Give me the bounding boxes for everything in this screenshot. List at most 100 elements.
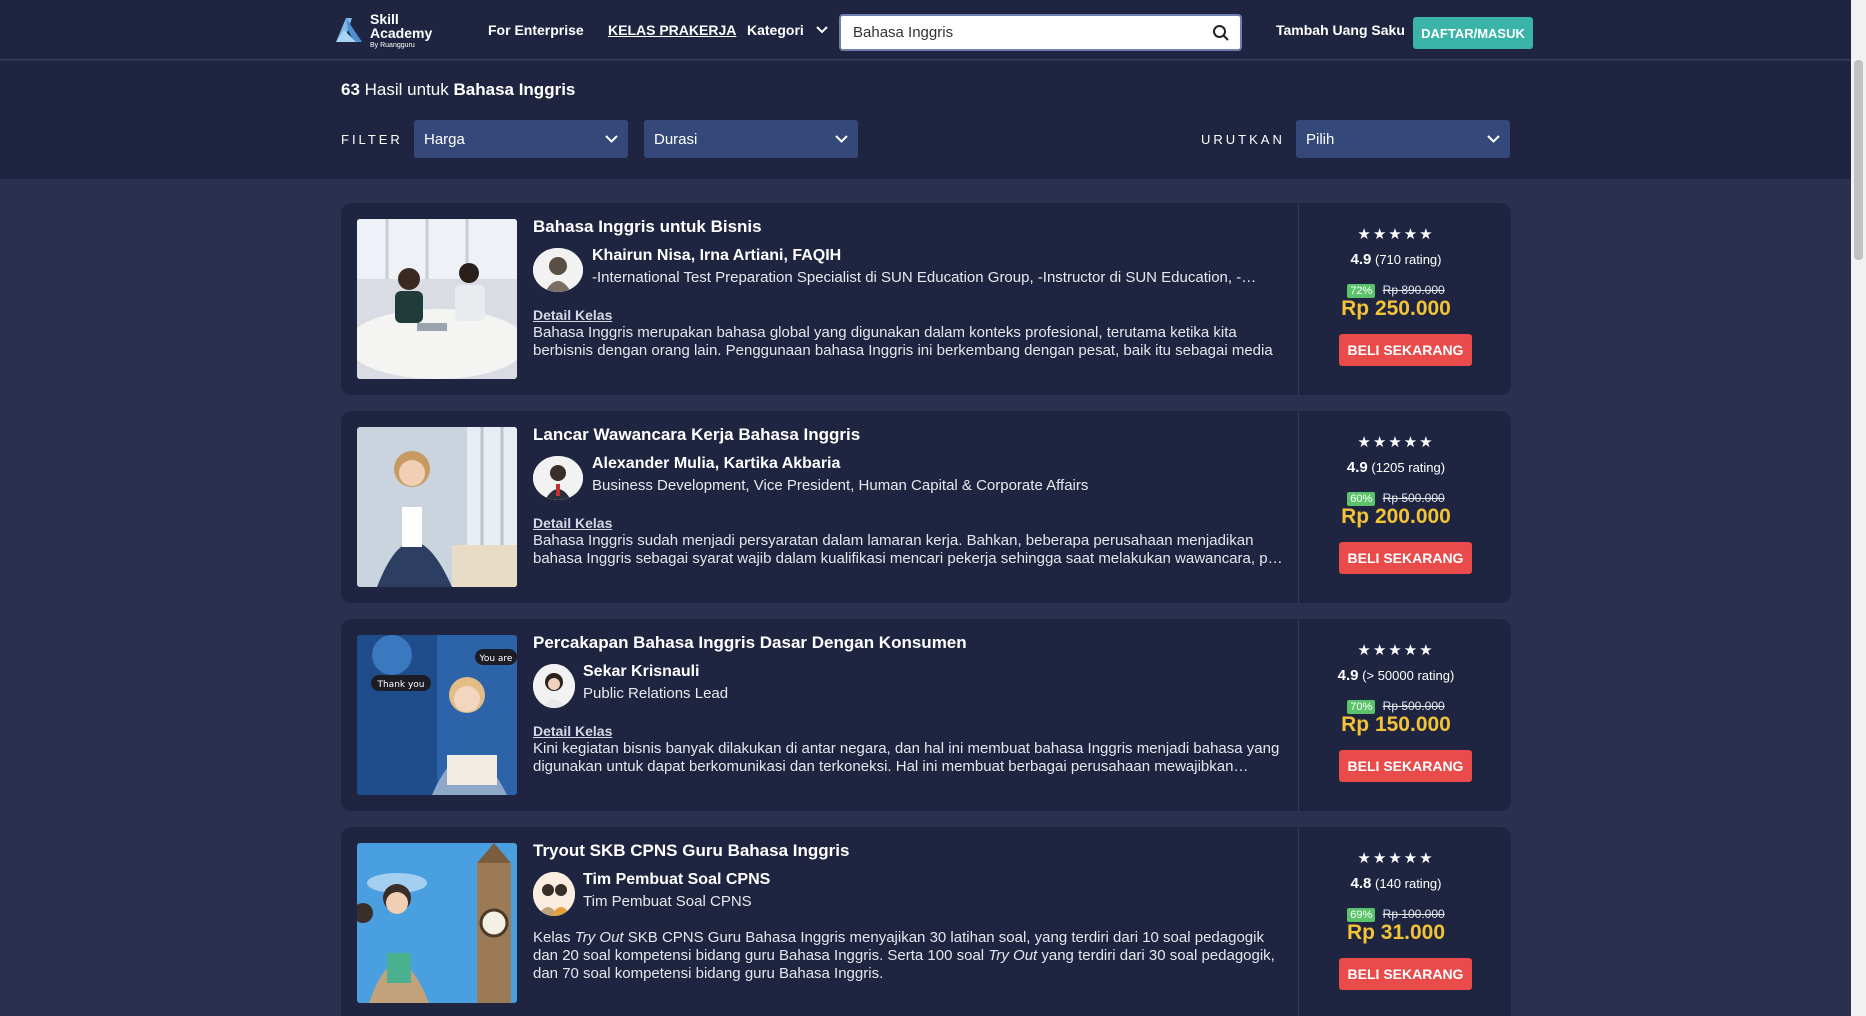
sort-dropdown[interactable]: Pilih — [1296, 120, 1510, 158]
original-price: Rp 100.000 — [1382, 907, 1445, 921]
logo-icon — [334, 16, 364, 44]
bubble-thank-you: Thank you — [376, 680, 424, 690]
beli-sekarang-button[interactable]: BELI SEKARANG — [1339, 958, 1472, 990]
original-price-row: 69% Rp 100.000 — [1311, 907, 1481, 922]
discount-badge: 69% — [1347, 908, 1376, 922]
course-thumbnail[interactable]: Thank you You are — [357, 635, 517, 795]
course-card[interactable]: Tryout SKB CPNS Guru Bahasa Inggris Tim … — [341, 827, 1511, 1016]
course-title[interactable]: Percakapan Bahasa Inggris Dasar Dengan K… — [533, 633, 967, 653]
course-description: Bahasa Inggris merupakan bahasa global y… — [533, 324, 1273, 359]
sale-price: Rp 150.000 — [1341, 713, 1451, 736]
rating-value: 4.9 — [1350, 251, 1372, 268]
search-box — [839, 14, 1242, 51]
card-divider — [1298, 203, 1299, 395]
chevron-down-icon — [1487, 135, 1500, 143]
desc-italic2: Try Out — [988, 947, 1038, 964]
rating-count: (> 50000 rating) — [1362, 668, 1455, 683]
page-scrollbar[interactable] — [1851, 0, 1866, 1016]
results-text: Hasil untuk — [364, 80, 449, 99]
course-description: Kelas Try Out SKB CPNS Guru Bahasa Inggr… — [533, 929, 1283, 985]
instructor-avatar — [533, 456, 583, 500]
card-divider — [1298, 411, 1299, 603]
course-description: Bahasa Inggris sudah menjadi persyaratan… — [533, 532, 1283, 567]
instructor-names: Khairun Nisa, Irna Artiani, FAQIH — [592, 247, 842, 264]
nav-kategori[interactable]: Kategori — [747, 22, 828, 38]
harga-value: Harga — [424, 130, 465, 148]
detail-kelas-link[interactable]: Detail Kelas — [533, 307, 612, 323]
discount-badge: 70% — [1347, 700, 1376, 714]
course-thumbnail[interactable] — [357, 843, 517, 1003]
rating-summary: 4.9 (1205 rating) — [1311, 459, 1481, 476]
desc-italic1: Try Out — [574, 929, 624, 946]
beli-sekarang-button[interactable]: BELI SEKARANG — [1339, 542, 1472, 574]
sort-value: Pilih — [1306, 130, 1335, 148]
results-query: Bahasa Inggris — [453, 80, 576, 99]
chevron-down-icon — [605, 135, 618, 143]
rating-summary: 4.8 (140 rating) — [1311, 875, 1481, 892]
rating-summary: 4.9 (710 rating) — [1311, 251, 1481, 268]
rating-value: 4.9 — [1346, 459, 1368, 476]
rating-stars: ★★★★★ — [1357, 226, 1435, 243]
instructor-role: -International Test Preparation Speciali… — [592, 269, 1257, 286]
instructor-avatar — [533, 872, 575, 916]
search-input[interactable] — [853, 24, 1193, 41]
course-title[interactable]: Tryout SKB CPNS Guru Bahasa Inggris — [533, 841, 849, 861]
original-price-row: 60% Rp 500.000 — [1311, 491, 1481, 506]
results-count: 63 — [341, 80, 360, 99]
rating-stars: ★★★★★ — [1357, 642, 1435, 659]
search-icon[interactable] — [1212, 24, 1230, 42]
sort-label: URUTKAN — [1201, 132, 1285, 147]
instructor-role: Business Development, Vice President, Hu… — [592, 477, 1089, 494]
instructor-role: Tim Pembuat Soal CPNS — [583, 893, 752, 910]
original-price-row: 70% Rp 500.000 — [1311, 699, 1481, 714]
rating-count: (710 rating) — [1375, 252, 1442, 267]
rating-value: 4.8 — [1350, 875, 1372, 892]
harga-dropdown[interactable]: Harga — [414, 120, 628, 158]
filter-section — [0, 61, 1851, 179]
detail-kelas-link[interactable]: Detail Kelas — [533, 723, 612, 739]
course-card[interactable]: Thank you You are Percakapan Bahasa Ingg… — [341, 619, 1511, 811]
course-title[interactable]: Lancar Wawancara Kerja Bahasa Inggris — [533, 425, 860, 445]
rating-count: (140 rating) — [1375, 876, 1442, 891]
skill-academy-logo[interactable]: Skill Academy By Ruangguru — [334, 10, 432, 50]
nav-kelas-prakerja[interactable]: KELAS PRAKERJA — [608, 22, 736, 38]
instructor-avatar — [533, 664, 575, 708]
logo-line3: By Ruangguru — [370, 41, 415, 49]
durasi-value: Durasi — [654, 130, 698, 148]
instructor-names: Sekar Krisnauli — [583, 663, 700, 680]
instructor-avatar — [533, 248, 583, 292]
nav-for-enterprise[interactable]: For Enterprise — [488, 22, 584, 38]
desc-part1: Kelas — [533, 929, 575, 946]
course-card[interactable]: Bahasa Inggris untuk Bisnis Khairun Nisa… — [341, 203, 1511, 395]
rating-summary: 4.9 (> 50000 rating) — [1311, 667, 1481, 684]
beli-sekarang-button[interactable]: BELI SEKARANG — [1339, 750, 1472, 782]
daftar-masuk-button[interactable]: DAFTAR/MASUK — [1413, 17, 1533, 49]
sale-price: Rp 250.000 — [1341, 297, 1451, 320]
scrollbar-thumb[interactable] — [1854, 60, 1863, 260]
course-description: Kini kegiatan bisnis banyak dilakukan di… — [533, 740, 1280, 775]
detail-kelas-link[interactable]: Detail Kelas — [533, 515, 612, 531]
course-thumbnail[interactable] — [357, 427, 517, 587]
original-price: Rp 500.000 — [1382, 699, 1445, 713]
durasi-dropdown[interactable]: Durasi — [644, 120, 858, 158]
nav-tambah-uang-saku[interactable]: Tambah Uang Saku — [1276, 22, 1405, 38]
top-navbar: Skill Academy By Ruangguru For Enterpris… — [0, 0, 1851, 60]
rating-stars: ★★★★★ — [1357, 434, 1435, 451]
kategori-label: Kategori — [747, 22, 804, 38]
course-title[interactable]: Bahasa Inggris untuk Bisnis — [533, 217, 762, 237]
logo-line1: Skill — [370, 10, 399, 27]
course-thumbnail[interactable] — [357, 219, 517, 379]
results-heading: 63 Hasil untuk Bahasa Inggris — [341, 80, 575, 100]
rating-stars: ★★★★★ — [1357, 850, 1435, 867]
instructor-names: Tim Pembuat Soal CPNS — [583, 871, 771, 888]
chevron-down-icon — [816, 26, 828, 34]
rating-value: 4.9 — [1337, 667, 1359, 684]
beli-sekarang-button[interactable]: BELI SEKARANG — [1339, 334, 1472, 366]
discount-badge: 60% — [1347, 492, 1376, 506]
filter-label: FILTER — [341, 132, 403, 147]
original-price: Rp 890.000 — [1382, 283, 1445, 297]
course-card[interactable]: Lancar Wawancara Kerja Bahasa Inggris Al… — [341, 411, 1511, 603]
bubble-you-are: You are — [479, 654, 513, 664]
instructor-role: Public Relations Lead — [583, 685, 729, 702]
original-price-row: 72% Rp 890.000 — [1311, 283, 1481, 298]
